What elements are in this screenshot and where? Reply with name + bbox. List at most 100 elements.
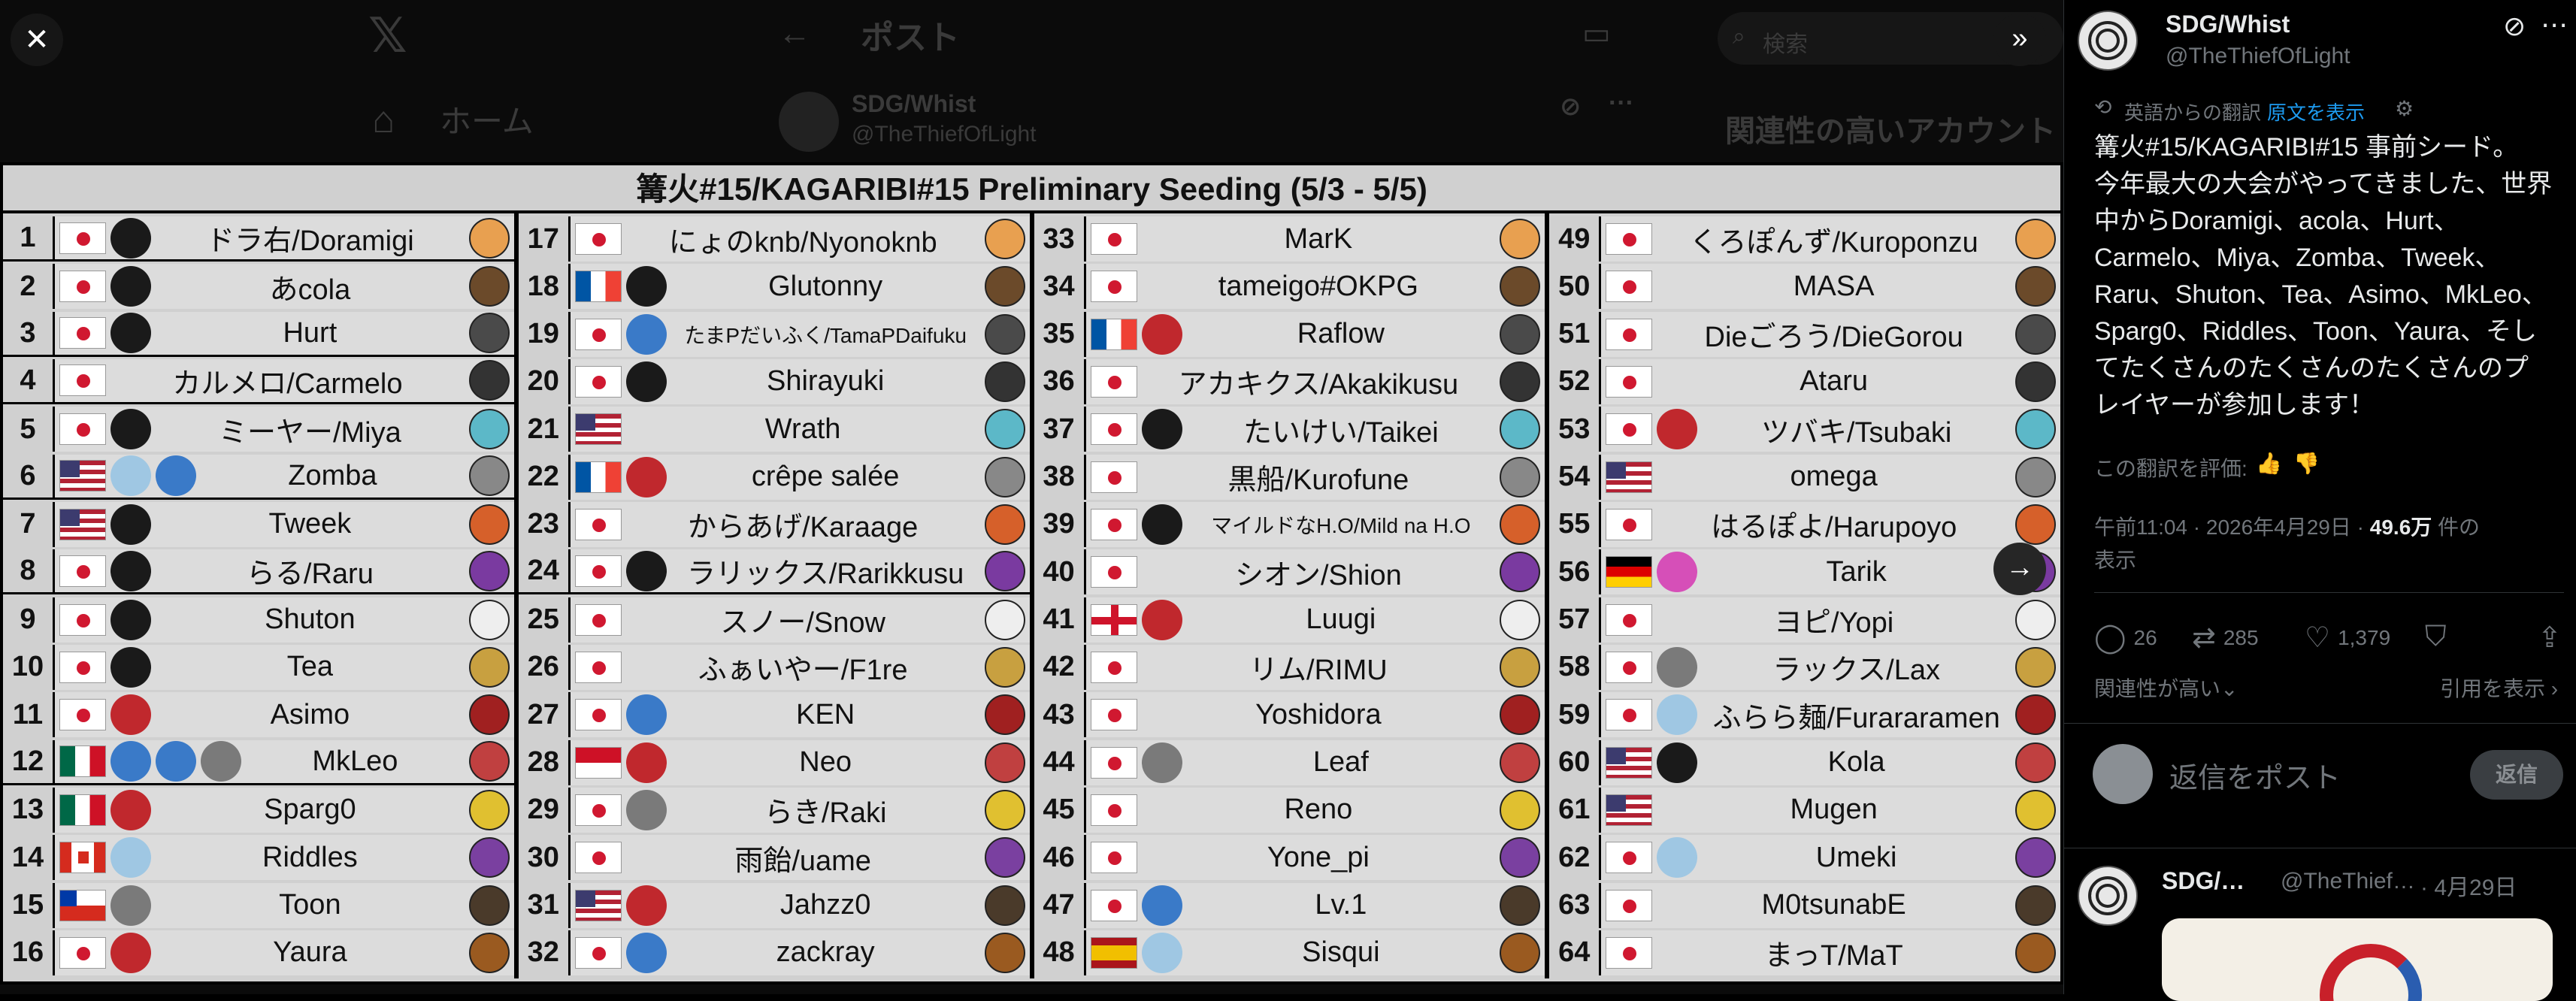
character-icon	[468, 646, 510, 688]
media-viewer: 𝕏 ⌂ ホーム ← ポスト ▭ ⌕ 検索 SDG/Whist @TheThiefO…	[0, 0, 2063, 994]
seed-entry: Glutonny	[568, 264, 1030, 310]
more-icon[interactable]: ⋯	[2541, 9, 2568, 41]
grok-icon[interactable]: ⊘	[2503, 11, 2526, 42]
bookmark-button[interactable]: ⛉	[2425, 621, 2447, 653]
seed-row: 64 まっT/MaT	[1549, 930, 2060, 975]
seed-badges	[1601, 936, 1653, 969]
show-quotes-link[interactable]: 引用を表示 ›	[2440, 673, 2558, 703]
team-logo-icon	[1141, 313, 1182, 355]
seed-badges	[1086, 651, 1137, 683]
character-icon	[468, 885, 510, 926]
seed-entry: MkLeo	[53, 739, 514, 783]
seed-row: 41 Luugi	[1034, 597, 1545, 643]
team-logo-icon	[1657, 552, 1698, 593]
flag-icon	[574, 699, 622, 731]
seed-number: 58	[1558, 651, 1591, 683]
thumbs-down-icon[interactable]: 👎	[2293, 451, 2320, 476]
close-button[interactable]: ✕	[11, 14, 63, 66]
seed-badges	[571, 456, 667, 497]
team-logo-icon	[625, 742, 667, 783]
player-name: シオン/Shion	[1235, 559, 1402, 591]
seed-badges	[1086, 365, 1137, 398]
nav-home-label: ホーム	[440, 104, 534, 139]
seed-entry: スノー/Snow	[568, 597, 1030, 643]
next-image-button[interactable]: →	[1993, 543, 2046, 595]
seed-number: 43	[1043, 698, 1075, 730]
thumbs-up-icon[interactable]: 👍	[2256, 451, 2282, 476]
seed-badges	[1086, 223, 1137, 255]
seed-number: 48	[1043, 936, 1075, 969]
seed-number: 64	[1558, 936, 1591, 969]
team-logo-icon	[625, 694, 667, 736]
flag-icon	[59, 555, 106, 587]
gear-icon[interactable]: ⚙	[2395, 96, 2414, 121]
author-avatar[interactable]	[2078, 11, 2138, 71]
seed-badges	[1086, 699, 1137, 731]
seed-entry: Shirayuki	[568, 358, 1030, 404]
team-logo-icon	[201, 741, 241, 782]
character-icon	[468, 550, 510, 591]
repost-button[interactable]: ⇄ 285	[2192, 621, 2259, 655]
seed-badges	[1086, 842, 1137, 874]
seed-entry: crêpe salée	[568, 454, 1030, 500]
seed-badges	[571, 789, 667, 830]
seed-row: 52 Ataru	[1549, 358, 2060, 404]
flag-icon	[1606, 413, 1653, 446]
player-name: Wrath	[764, 413, 841, 445]
seed-badges	[1086, 556, 1137, 588]
seed-badges	[1086, 599, 1182, 640]
double-chevron-right-icon: »	[2011, 23, 2028, 54]
reply-author-handle[interactable]: @TheThief…	[2281, 869, 2415, 894]
seed-row: 15 Toon	[3, 882, 514, 928]
reply-image[interactable]	[2162, 918, 2553, 1001]
seed-number: 49	[1558, 222, 1591, 255]
seed-number: 2	[20, 270, 36, 302]
reply-button[interactable]: ◯ 26	[2094, 621, 2157, 655]
team-logo-icon	[110, 741, 151, 782]
seed-number: 24	[527, 555, 559, 587]
flag-icon	[1090, 936, 1137, 969]
character-icon	[984, 694, 1025, 736]
seed-row: 18 Glutonny	[519, 264, 1030, 310]
seed-entry: Sparg0	[53, 787, 514, 833]
seed-row: 28 Neo	[519, 739, 1030, 785]
translated-from-label: 英語からの翻訳	[2124, 101, 2262, 124]
flag-icon	[574, 271, 622, 303]
seed-badges	[1086, 794, 1137, 826]
like-button[interactable]: ♡ 1,379	[2305, 621, 2390, 655]
flag-icon	[574, 842, 622, 874]
collapse-panel-button[interactable]: »	[1993, 14, 2046, 66]
flag-icon	[59, 413, 106, 446]
seed-number: 28	[527, 746, 559, 779]
seed-number: 22	[527, 461, 559, 493]
reply-time[interactable]: · 4月29日	[2420, 869, 2517, 902]
share-button[interactable]: ⇪	[2538, 621, 2562, 655]
reply-submit-button[interactable]: 返信	[2470, 750, 2563, 800]
author-name[interactable]: SDG/Whist	[2166, 11, 2290, 38]
flag-icon	[574, 651, 622, 683]
sort-dropdown[interactable]: 関連性が高い⌄	[2094, 673, 2238, 703]
reply-author-name[interactable]: SDG/…	[2162, 867, 2245, 895]
team-logo-icon	[110, 646, 151, 688]
seed-row: 21 Wrath	[519, 407, 1030, 452]
character-icon	[1500, 789, 1541, 830]
seed-number: 44	[1043, 746, 1075, 779]
seed-badges	[571, 550, 667, 591]
seed-badges	[571, 842, 622, 874]
flag-icon	[1606, 556, 1653, 588]
reply-input[interactable]: 返信をポスト	[2169, 755, 2341, 796]
seed-entry: ツバキ/Tsubaki	[1599, 407, 2060, 452]
seed-entry: Ataru	[1599, 358, 2060, 404]
player-name: Glutonny	[768, 270, 883, 302]
author-handle[interactable]: @TheThiefOfLight	[2166, 44, 2350, 69]
seed-entry: ミーヤー/Miya	[53, 407, 514, 452]
seed-badges	[55, 741, 241, 782]
seed-badges	[1086, 313, 1182, 355]
character-icon	[984, 789, 1025, 830]
team-logo-icon	[110, 217, 151, 259]
seed-badges	[571, 885, 667, 926]
player-name: Leaf	[1312, 746, 1369, 779]
reply-author-avatar[interactable]	[2078, 866, 2138, 926]
seed-badges	[55, 313, 151, 354]
show-original-link[interactable]: 原文を表示	[2267, 98, 2365, 126]
